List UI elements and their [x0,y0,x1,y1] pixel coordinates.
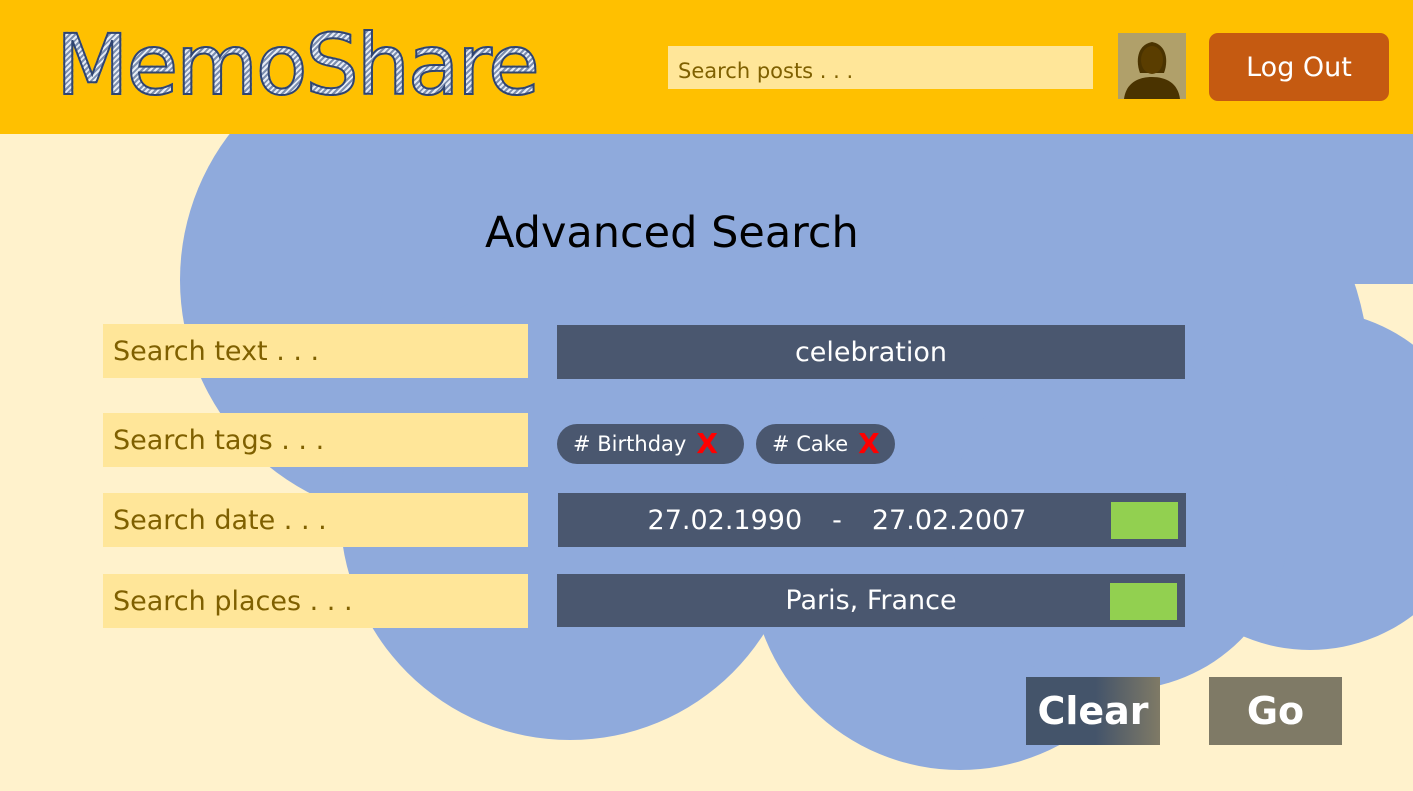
date-from-value: 27.02.1990 [647,504,803,536]
user-silhouette-icon [1124,42,1180,99]
search-places-label: Search places . . . [103,574,528,628]
remove-tag-icon[interactable]: X [858,430,880,458]
search-posts-input[interactable] [668,46,1093,89]
clear-button[interactable]: Clear [1026,677,1160,745]
places-value: Paris, France [785,585,957,616]
app-window: MemoShare Log Out Advanced Search Search… [0,0,1413,791]
search-date-field[interactable]: 27.02.1990 - 27.02.2007 [558,493,1186,547]
search-text-value: celebration [794,336,948,368]
date-to-value: 27.02.2007 [871,504,1027,536]
search-text-field[interactable]: celebration [557,325,1185,379]
places-picker-button[interactable] [1110,583,1177,620]
search-date-label: Search date . . . [103,493,528,547]
search-tags-label: Search tags . . . [103,413,528,467]
top-bar: MemoShare Log Out [0,0,1413,134]
app-logo[interactable]: MemoShare [55,10,541,120]
tag-chip-birthday[interactable]: # Birthday X [557,424,744,464]
page-title: Advanced Search [485,208,859,258]
logout-button[interactable]: Log Out [1209,33,1389,101]
search-text-label: Search text . . . [103,324,528,378]
tag-chip-label: # Birthday [573,432,687,456]
tag-chip-label: # Cake [772,432,849,456]
search-places-field[interactable]: Paris, France [557,574,1185,627]
date-picker-button[interactable] [1111,502,1178,539]
user-avatar[interactable] [1118,33,1186,99]
tag-chip-cake[interactable]: # Cake X [756,424,895,464]
go-button[interactable]: Go [1209,677,1342,745]
date-range-separator: - [832,504,842,536]
remove-tag-icon[interactable]: X [696,430,718,458]
